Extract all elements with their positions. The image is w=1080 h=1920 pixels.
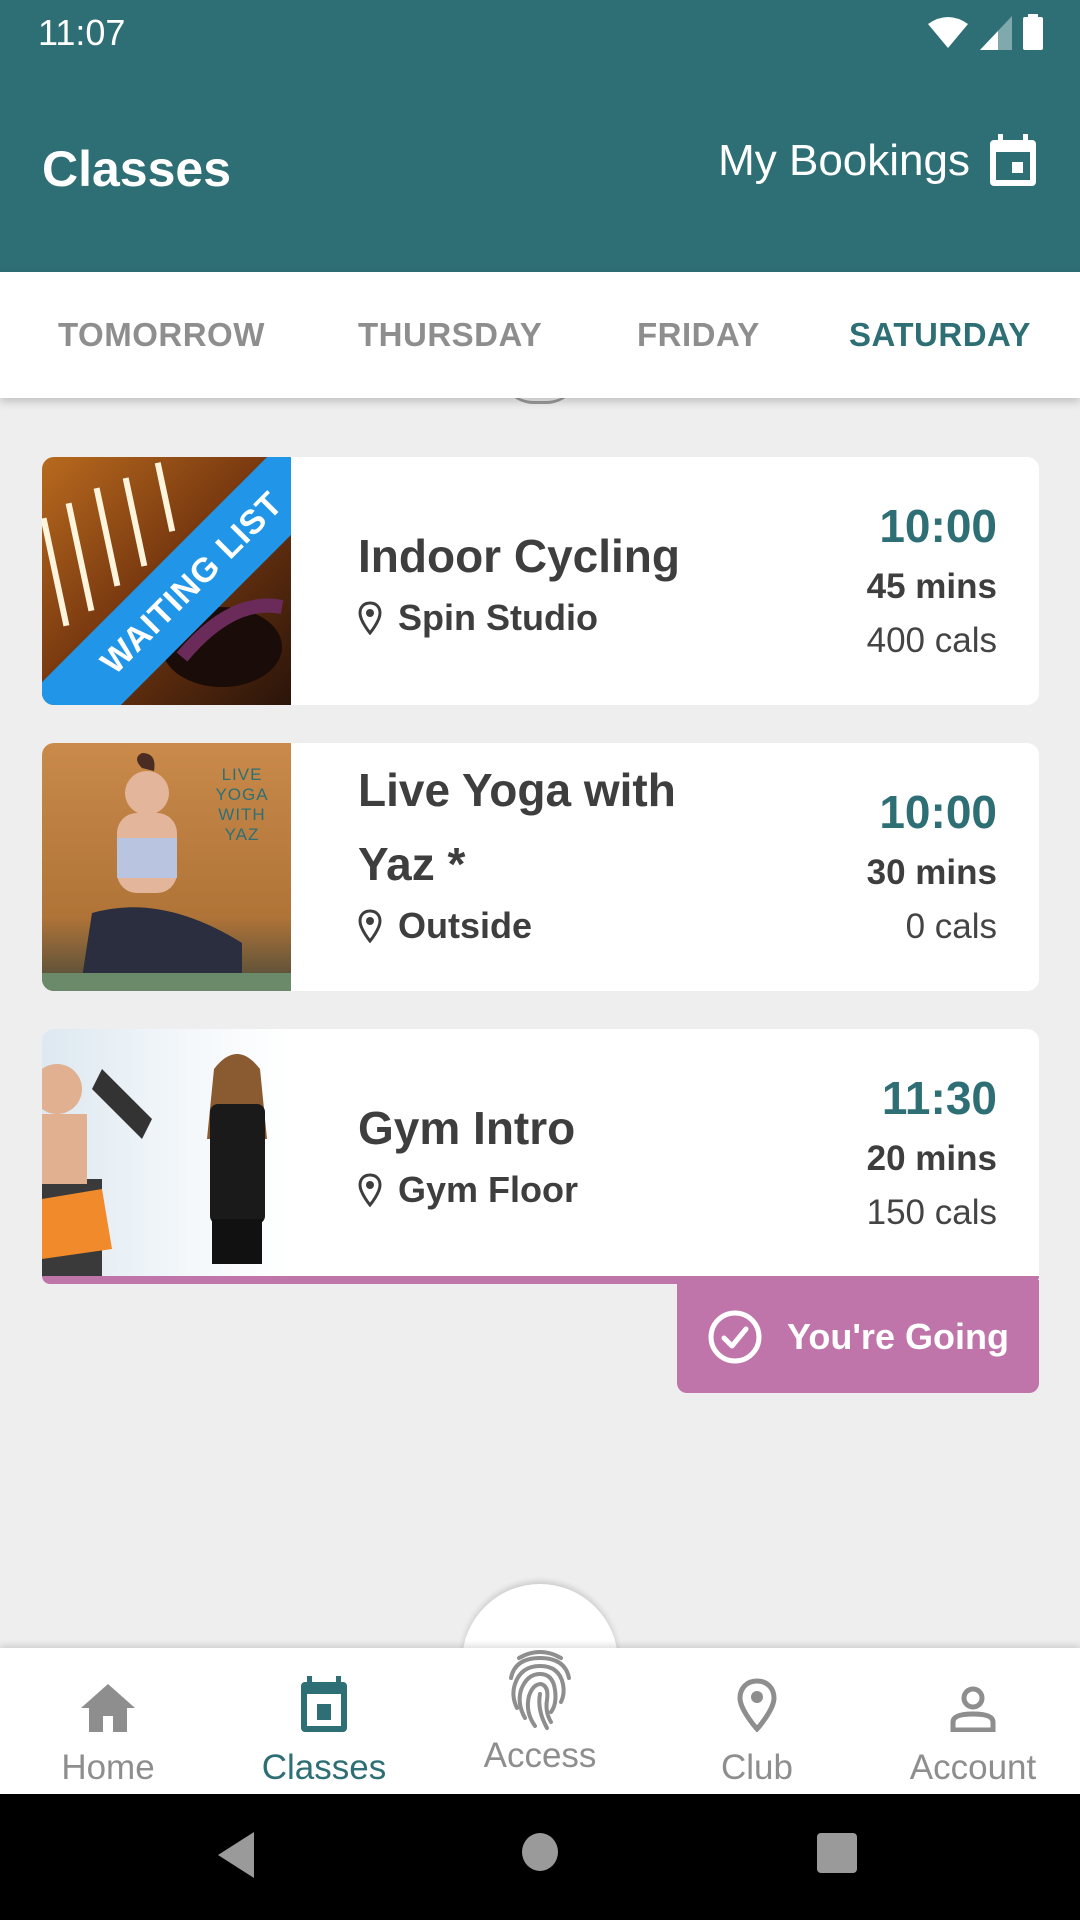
calendar-icon bbox=[301, 1676, 347, 1732]
status-bar: 11:07 bbox=[0, 0, 1080, 64]
nav-account[interactable]: Account bbox=[883, 1668, 1063, 1788]
class-location: Gym Floor bbox=[358, 1169, 578, 1211]
calendar-icon bbox=[990, 134, 1036, 186]
nav-account-label: Account bbox=[909, 1748, 1037, 1787]
class-card-live-yoga[interactable]: LIVE YOGA WITH YAZ Live Yoga with Yaz * … bbox=[42, 743, 1039, 991]
class-duration: 45 mins bbox=[866, 567, 997, 606]
class-image: LIVE YOGA WITH YAZ bbox=[42, 743, 291, 991]
class-image bbox=[42, 1029, 291, 1277]
recents-icon[interactable] bbox=[816, 1832, 858, 1874]
home-button-icon[interactable] bbox=[521, 1832, 559, 1872]
class-time: 11:30 bbox=[881, 1072, 997, 1124]
class-info: Gym Intro Gym Floor bbox=[358, 1091, 578, 1211]
my-bookings-button[interactable]: My Bookings bbox=[718, 134, 1038, 188]
class-meta: 10:00 30 mins 0 cals bbox=[867, 785, 997, 947]
nav-access[interactable]: Access bbox=[450, 1620, 630, 1776]
class-title: Gym Intro bbox=[358, 1102, 576, 1154]
class-calories: 150 cals bbox=[866, 1193, 997, 1232]
nav-club[interactable]: Club bbox=[667, 1668, 847, 1788]
nav-classes-label: Classes bbox=[261, 1748, 387, 1787]
class-time: 10:00 bbox=[879, 500, 997, 552]
youre-going-button[interactable]: You're Going bbox=[677, 1280, 1039, 1393]
system-nav-bar bbox=[0, 1794, 1080, 1920]
class-calories: 0 cals bbox=[905, 907, 997, 946]
app-bar: Classes My Bookings bbox=[0, 64, 1080, 272]
nav-classes[interactable]: Classes bbox=[234, 1668, 414, 1788]
class-location: Outside bbox=[358, 905, 676, 947]
location-pin-icon bbox=[358, 909, 382, 943]
class-card-gym-intro[interactable]: Gym Intro Gym Floor 11:30 20 mins 150 ca… bbox=[42, 1029, 1039, 1277]
person-icon bbox=[950, 1686, 996, 1732]
class-title: Indoor Cycling bbox=[358, 530, 680, 582]
status-icons bbox=[926, 14, 1044, 50]
youre-going-label: You're Going bbox=[787, 1315, 1009, 1357]
class-location-label: Spin Studio bbox=[398, 597, 598, 638]
fingerprint-icon bbox=[509, 1650, 571, 1730]
class-image: WAITING LIST bbox=[42, 457, 291, 705]
home-icon bbox=[81, 1684, 135, 1732]
back-icon[interactable] bbox=[214, 1830, 258, 1880]
class-location-label: Outside bbox=[398, 905, 533, 946]
class-location-label: Gym Floor bbox=[398, 1169, 579, 1210]
nav-home[interactable]: Home bbox=[18, 1668, 198, 1788]
class-meta: 11:30 20 mins 150 cals bbox=[867, 1071, 997, 1233]
my-bookings-label: My Bookings bbox=[718, 136, 970, 185]
class-time: 10:00 bbox=[879, 786, 997, 838]
location-pin-icon bbox=[358, 1173, 382, 1207]
wifi-icon bbox=[928, 17, 968, 48]
check-circle-icon bbox=[708, 1310, 762, 1363]
nav-access-label: Access bbox=[483, 1736, 597, 1775]
class-title-line2: Yaz * bbox=[358, 838, 466, 890]
class-location: Spin Studio bbox=[358, 597, 680, 639]
location-pin-icon bbox=[358, 601, 382, 635]
class-calories: 400 cals bbox=[866, 621, 997, 660]
image-overlay-text: LIVE YOGA WITH YAZ bbox=[215, 765, 269, 844]
signal-icon bbox=[980, 16, 1012, 50]
tab-tomorrow[interactable]: TOMORROW bbox=[58, 316, 265, 354]
tab-saturday[interactable]: SATURDAY bbox=[849, 316, 1031, 354]
class-info: Indoor Cycling Spin Studio bbox=[358, 519, 680, 639]
nav-club-label: Club bbox=[721, 1748, 793, 1787]
location-pin-icon bbox=[737, 1678, 777, 1732]
day-tabs: TOMORROW THURSDAY FRIDAY SATURDAY bbox=[0, 272, 1080, 398]
status-time: 11:07 bbox=[38, 12, 126, 53]
gym-photo bbox=[42, 1054, 267, 1277]
class-duration: 30 mins bbox=[866, 853, 997, 892]
page-title: Classes bbox=[42, 141, 232, 197]
battery-icon bbox=[1023, 14, 1043, 50]
class-card-indoor-cycling[interactable]: WAITING LIST Indoor Cycling Spin Studio … bbox=[42, 457, 1039, 705]
class-duration: 20 mins bbox=[866, 1139, 997, 1178]
class-title-line1: Live Yoga with bbox=[358, 764, 676, 816]
tab-friday[interactable]: FRIDAY bbox=[637, 316, 760, 354]
class-meta: 10:00 45 mins 400 cals bbox=[867, 499, 997, 661]
class-info: Live Yoga with Yaz * Outside bbox=[358, 753, 676, 947]
tab-thursday[interactable]: THURSDAY bbox=[358, 316, 542, 354]
nav-home-label: Home bbox=[61, 1748, 155, 1787]
